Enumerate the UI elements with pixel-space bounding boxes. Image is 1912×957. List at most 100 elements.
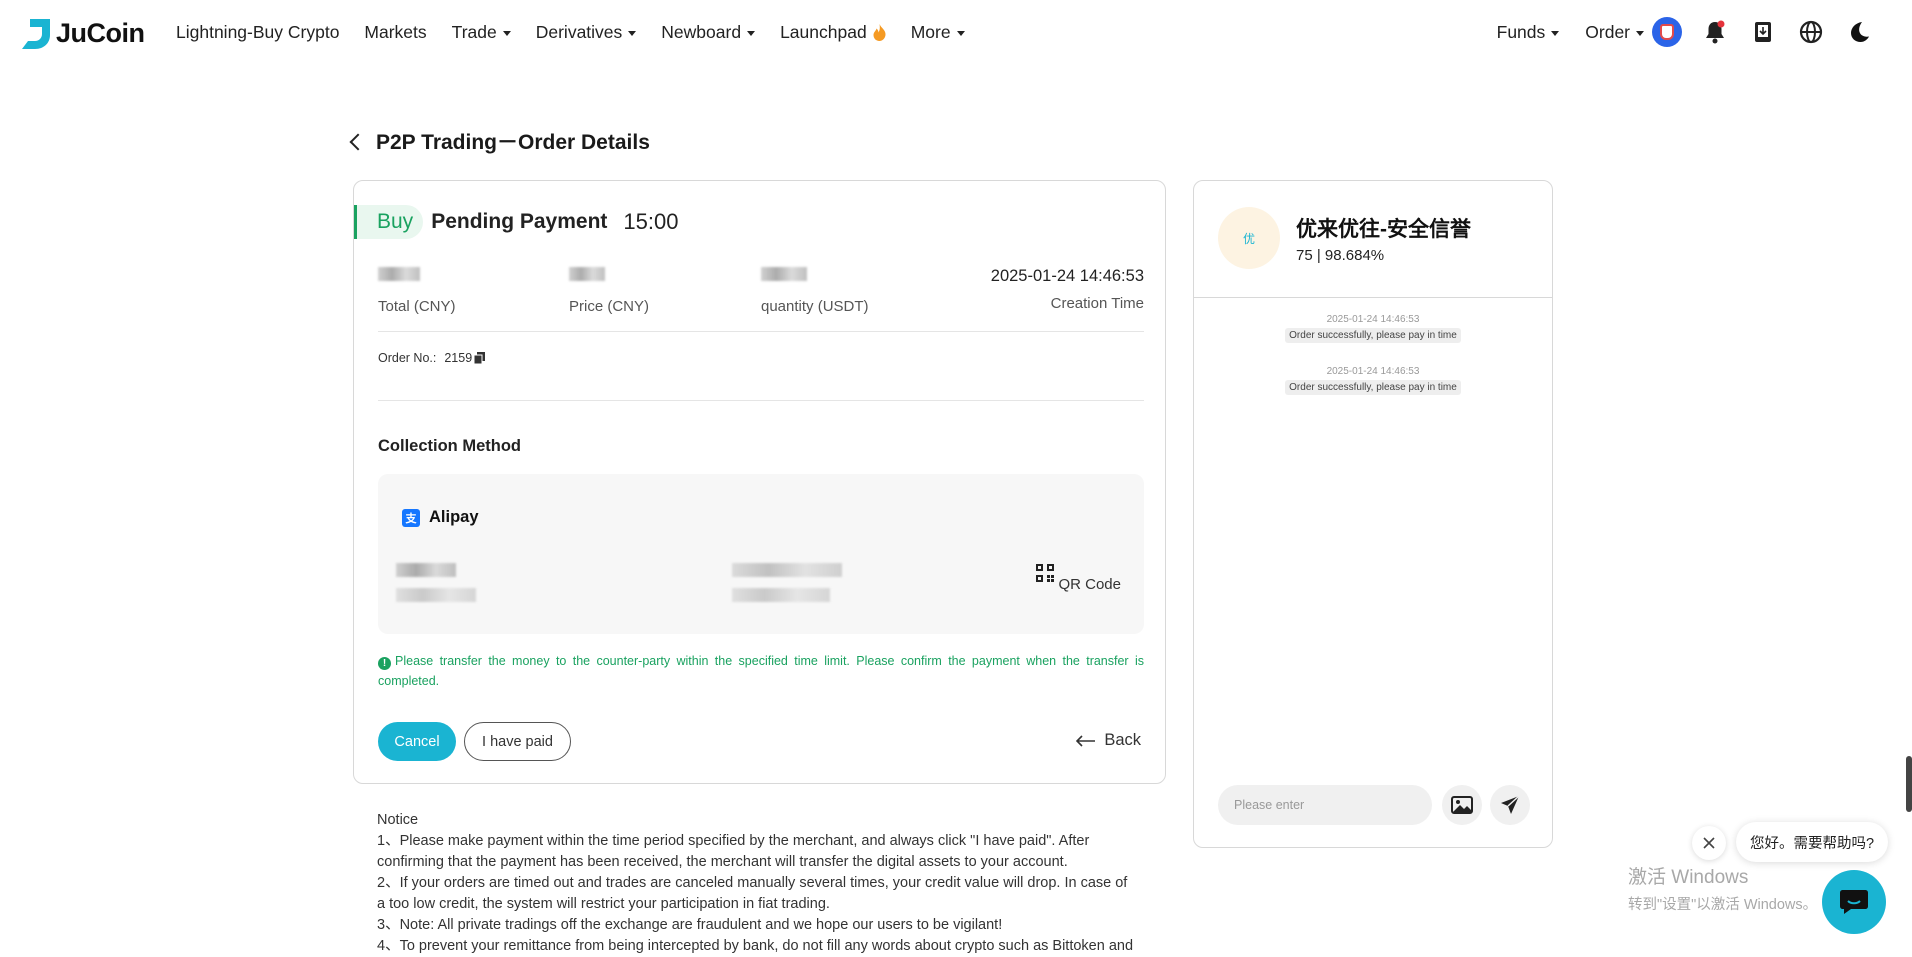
notice-line: 1、Please make payment within the time pe… [377,833,1090,870]
nav-label: Markets [364,22,427,42]
divider [1194,297,1552,298]
redacted-value [396,563,456,577]
stat-total: Total (CNY) [378,267,456,315]
payment-warning-text: Please transfer the money to the counter… [378,654,1144,688]
merchant-info: 优 优来优往-安全信誉 75 | 98.684% [1218,207,1471,269]
chevron-left-icon[interactable] [349,133,367,150]
redacted-label [732,588,830,602]
nav-lightning-buy[interactable]: Lightning-Buy Crypto [176,22,339,43]
i-have-paid-button[interactable]: I have paid [464,722,571,761]
nav-derivatives[interactable]: Derivatives [536,22,637,43]
redacted-value [378,267,420,281]
nav-funds[interactable]: Funds [1497,22,1560,43]
stat-label: Creation Time [1050,295,1144,312]
stat-creation-time: 2025-01-24 14:46:53 Creation Time [991,267,1144,312]
qr-code-label: QR Code [1058,576,1121,593]
arrow-left-icon [1076,734,1096,747]
payment-method-box: 支 Alipay QR Code [378,474,1144,634]
message-text: Order successfully, please pay in time [1285,328,1461,343]
chat-input[interactable] [1218,785,1432,825]
notice-section: Notice 1、Please make payment within the … [377,810,1137,957]
watermark-line: 激活 Windows [1628,867,1749,888]
buy-side-badge: Buy [354,205,424,239]
page-scrollbar[interactable] [1906,756,1912,812]
support-chat-button[interactable] [1822,870,1886,934]
order-status: Pending Payment [431,210,608,233]
stat-price: Price (CNY) [569,267,649,315]
order-stats: Total (CNY) Price (CNY) quantity (USDT) … [378,267,1144,327]
jucoin-logo-icon [22,18,50,49]
divider [378,331,1144,332]
user-menu: Funds Order [1497,17,1874,47]
cancel-button[interactable]: Cancel [378,722,456,761]
download-icon[interactable] [1748,17,1778,47]
page-title-text: P2P Trading－Order Details [376,131,650,154]
copy-icon[interactable] [474,352,486,364]
chat-message: 2025-01-24 14:46:53 Order successfully, … [1194,314,1552,343]
help-bubble[interactable]: 您好。需要帮助吗? [1736,822,1889,862]
info-icon: ! [378,657,391,670]
nav-newboard[interactable]: Newboard [661,22,756,43]
payment-method: 支 Alipay [402,508,479,527]
nav-launchpad[interactable]: Launchpad [780,22,886,43]
payment-method-name: Alipay [429,508,479,526]
stat-label: Total (CNY) [378,298,456,315]
notice-title: Notice [377,812,419,828]
stat-label: Price (CNY) [569,298,650,315]
jucoin-logo[interactable]: JuCoin [22,18,145,49]
qr-code-icon [1036,564,1055,582]
nav-label: Funds [1496,21,1546,42]
top-navbar: JuCoin Lightning-Buy Crypto Markets Trad… [0,0,1912,68]
main-menu: Lightning-Buy Crypto Markets Trade Deriv… [176,22,965,43]
order-number: Order No.: 2159 [378,351,486,365]
message-time: 2025-01-24 14:46:53 [1326,314,1420,325]
nav-order[interactable]: Order [1585,22,1644,43]
order-details-card: Buy Pending Payment 15:00 Total (CNY) Pr… [353,180,1166,784]
caret-down-icon [747,31,756,36]
caret-down-icon [502,31,511,36]
send-icon [1501,795,1520,814]
nav-label: More [910,22,951,42]
order-no-label: Order No.: [378,351,437,365]
redacted-label [396,588,476,602]
close-icon [1703,837,1715,849]
avatar-image [1652,17,1682,47]
merchant-name: 优来优往-安全信誉 [1296,217,1471,241]
close-help-button[interactable] [1692,826,1726,860]
redacted-value [761,267,807,281]
collection-method-title: Collection Method [378,437,521,455]
caret-down-icon [1636,30,1644,36]
redacted-value [569,267,605,281]
stat-quantity: quantity (USDT) [761,267,869,315]
nav-trade[interactable]: Trade [452,22,511,43]
merchant-stats: 75 | 98.684% [1296,246,1385,264]
back-link[interactable]: Back [1076,731,1141,750]
notice-line: 3、Note: All private tradings off the exc… [377,917,1003,933]
nav-markets[interactable]: Markets [364,22,426,43]
nav-label: Order [1585,21,1630,42]
image-upload-button[interactable] [1442,785,1482,825]
chat-message: 2025-01-24 14:46:53 Order successfully, … [1194,366,1552,395]
qr-code-link[interactable]: QR Code [1036,564,1121,593]
divider [378,400,1144,401]
back-label: Back [1104,731,1141,749]
nav-label: Derivatives [535,22,623,42]
page-title[interactable]: P2P Trading－Order Details [349,126,650,156]
nav-more[interactable]: More [911,22,965,43]
alipay-icon: 支 [402,508,420,527]
bell-icon[interactable] [1700,17,1730,47]
caret-down-icon [1551,30,1560,36]
chat-panel: 优 优来优往-安全信誉 75 | 98.684% 2025-01-24 14:4… [1193,180,1553,848]
nav-label: Newboard [661,22,742,42]
nav-label: Trade [451,22,497,42]
caret-down-icon [628,31,637,36]
avatar[interactable] [1652,17,1682,47]
message-time: 2025-01-24 14:46:53 [1326,366,1420,377]
globe-icon[interactable] [1796,17,1826,47]
moon-icon[interactable] [1844,17,1874,47]
nav-label: Lightning-Buy Crypto [176,22,340,42]
logo-text: JuCoin [56,18,145,48]
send-button[interactable] [1490,785,1530,825]
redacted-value [732,563,842,577]
windows-activation-watermark: 激活 Windows 转到"设置"以激活 Windows。 [1628,862,1817,914]
